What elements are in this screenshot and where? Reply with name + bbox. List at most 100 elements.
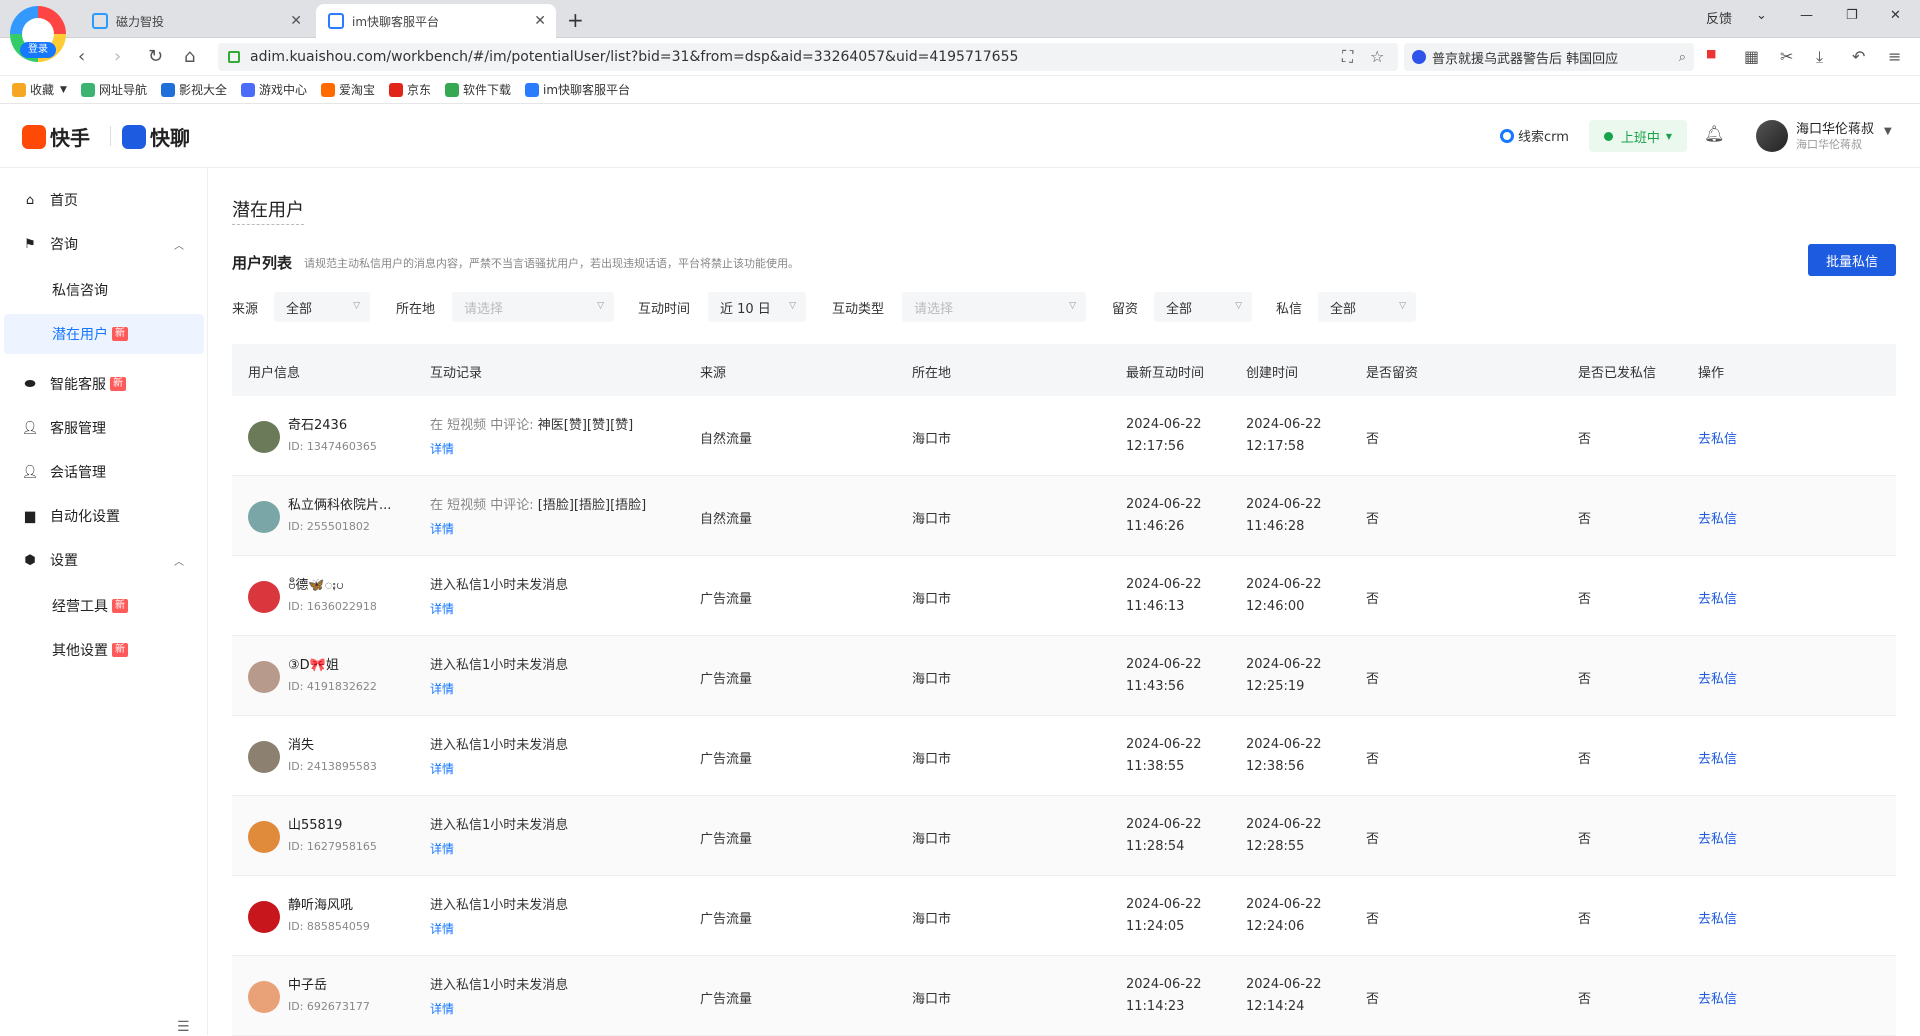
- browser-logo[interactable]: 登录: [10, 6, 66, 62]
- scissors-icon[interactable]: ✂: [1780, 47, 1793, 66]
- sidebar-item-smart-service[interactable]: ⬬ 智能客服 新: [0, 364, 204, 404]
- browser-tab-strip: 磁力智投 ✕ im快聊客服平台 ✕ + 反馈 ⌄ — ❐ ✕: [0, 0, 1920, 38]
- sidebar-item-home[interactable]: ⌂ 首页: [0, 180, 204, 220]
- star-icon[interactable]: ☆: [1370, 47, 1384, 66]
- avatar[interactable]: [248, 661, 280, 693]
- undo-icon[interactable]: ↶: [1852, 47, 1865, 66]
- sidebar-item-session[interactable]: 👤︎ 会话管理: [0, 452, 204, 492]
- tab-im[interactable]: im快聊客服平台 ✕: [316, 4, 556, 38]
- search-icon[interactable]: ⌕: [1679, 50, 1686, 65]
- bookmark-taobao[interactable]: 爱淘宝: [320, 81, 375, 98]
- avatar[interactable]: [248, 741, 280, 773]
- send-dm-link[interactable]: 去私信: [1698, 428, 1737, 447]
- collapse-menu-icon[interactable]: ☰: [177, 1019, 190, 1035]
- send-dm-link[interactable]: 去私信: [1698, 508, 1737, 527]
- detail-link[interactable]: 详情: [430, 760, 454, 777]
- avatar[interactable]: [248, 501, 280, 533]
- forward-icon[interactable]: ›: [114, 46, 121, 67]
- latest-date: 2024-06-22: [1126, 897, 1202, 912]
- tab-cili[interactable]: 磁力智投 ✕: [80, 4, 312, 38]
- sidebar: ⌂ 首页 ⚑ 咨询 ︿ 私信咨询 潜在用户 新 ⬬ 智能客服 新 👤︎ 客服管理 👤︎ 会…: [0, 168, 208, 1035]
- send-dm-link[interactable]: 去私信: [1698, 588, 1737, 607]
- search-input[interactable]: 普京就援乌武器警告后 韩国回应 ⌕: [1404, 43, 1694, 71]
- close-icon[interactable]: ✕: [290, 13, 302, 29]
- sidebar-item-biz-tools[interactable]: 经营工具 新: [0, 586, 204, 626]
- detail-link[interactable]: 详情: [430, 920, 454, 937]
- kuailiao-logo[interactable]: 快聊: [122, 122, 190, 151]
- crm-link[interactable]: 线索crm: [1500, 126, 1569, 145]
- batch-dm-button[interactable]: 批量私信: [1808, 244, 1896, 276]
- back-icon[interactable]: ‹: [78, 46, 85, 67]
- sidebar-item-other-settings[interactable]: 其他设置 新: [0, 630, 204, 670]
- close-icon[interactable]: ✕: [534, 13, 546, 29]
- app-header: 快手 快聊 线索crm 上班中 ▼ 🔔︎ 海口华伦蒋叔 海口华伦蒋叔 ▼: [0, 104, 1920, 168]
- avatar[interactable]: [1756, 120, 1788, 152]
- menu-icon[interactable]: ≡: [1888, 47, 1901, 66]
- page-title: 潜在用户: [232, 196, 304, 225]
- send-dm-link[interactable]: 去私信: [1698, 828, 1737, 847]
- avatar[interactable]: [248, 981, 280, 1013]
- user-name[interactable]: 海口华伦蒋叔: [1796, 118, 1874, 137]
- source-select[interactable]: 全部 ▽: [274, 292, 370, 322]
- caret-down-icon[interactable]: ▼: [1884, 126, 1892, 137]
- new-feature-icon[interactable]: ■: [1706, 47, 1716, 60]
- screenshot-icon[interactable]: ⛶: [1342, 47, 1353, 67]
- sidebar-item-automation[interactable]: ▆ 自动化设置: [0, 496, 204, 536]
- login-badge[interactable]: 登录: [20, 42, 56, 58]
- detail-link[interactable]: 详情: [430, 520, 454, 537]
- created-time-cell: 2024-06-22 12:28:55: [1246, 814, 1322, 858]
- reload-icon[interactable]: ↻: [148, 46, 163, 67]
- location-cell: 海口市: [912, 512, 952, 527]
- sidebar-item-potential-users[interactable]: 潜在用户 新: [4, 314, 204, 354]
- send-dm-link[interactable]: 去私信: [1698, 988, 1737, 1007]
- latest-interaction-cell: 2024-06-22 11:38:55: [1126, 734, 1202, 778]
- table-row: ဗီ德🦋ႏပ ID: 1636022918 进入私信1小时未发消息 详情 广告流量 海口市…: [232, 556, 1896, 636]
- sidebar-item-dm-consult[interactable]: 私信咨询: [0, 270, 204, 310]
- sent-cell: 否: [1578, 592, 1592, 607]
- im-favicon-icon: [328, 13, 344, 29]
- close-window-icon[interactable]: ✕: [1890, 8, 1901, 23]
- detail-link[interactable]: 详情: [430, 680, 454, 697]
- detail-link[interactable]: 详情: [430, 440, 454, 457]
- avatar[interactable]: [248, 581, 280, 613]
- bookmark-software[interactable]: 软件下载: [445, 81, 511, 98]
- sidebar-item-staff[interactable]: 👤︎ 客服管理: [0, 408, 204, 448]
- sidebar-item-settings[interactable]: ⬢ 设置 ︿: [0, 540, 204, 580]
- send-dm-link[interactable]: 去私信: [1698, 748, 1737, 767]
- created-time: 12:17:58: [1246, 439, 1305, 454]
- new-tab-icon[interactable]: +: [567, 8, 584, 32]
- bookmark-favorites[interactable]: 收藏 ▼: [12, 81, 67, 98]
- home-icon[interactable]: ⌂: [184, 46, 195, 67]
- location-select[interactable]: 请选择 ▽: [452, 292, 614, 322]
- send-dm-link[interactable]: 去私信: [1698, 908, 1737, 927]
- avatar[interactable]: [248, 901, 280, 933]
- interaction-type-select[interactable]: 请选择 ▽: [902, 292, 1086, 322]
- bell-icon[interactable]: 🔔︎: [1704, 124, 1724, 143]
- bookmark-jd[interactable]: 京东: [389, 81, 431, 98]
- detail-link[interactable]: 详情: [430, 600, 454, 617]
- retain-select[interactable]: 全部 ▽: [1154, 292, 1252, 322]
- restore-icon[interactable]: ❐: [1846, 8, 1858, 23]
- kuaishou-logo[interactable]: 快手: [22, 122, 90, 151]
- bookmark-im[interactable]: im快聊客服平台: [525, 81, 630, 98]
- send-dm-link[interactable]: 去私信: [1698, 668, 1737, 687]
- detail-link[interactable]: 详情: [430, 840, 454, 857]
- created-date: 2024-06-22: [1246, 897, 1322, 912]
- bookmark-nav[interactable]: 网址导航: [80, 81, 147, 98]
- minimize-icon[interactable]: —: [1800, 8, 1813, 23]
- avatar[interactable]: [248, 421, 280, 453]
- apps-icon[interactable]: ▦: [1744, 47, 1759, 66]
- detail-link[interactable]: 详情: [430, 1000, 454, 1017]
- sidebar-item-consult[interactable]: ⚑ 咨询 ︿: [0, 224, 204, 264]
- url-input[interactable]: adim.kuaishou.com/workbench/#/im/potenti…: [218, 43, 1398, 71]
- download-icon[interactable]: ⤓: [1816, 47, 1823, 67]
- user-name: ③D🎀姐: [288, 658, 339, 673]
- avatar[interactable]: [248, 821, 280, 853]
- dm-select[interactable]: 全部 ▽: [1318, 292, 1416, 322]
- bookmark-games[interactable]: 游戏中心: [240, 81, 307, 98]
- feedback-link[interactable]: 反馈: [1706, 8, 1732, 27]
- time-select[interactable]: 近 10 日 ▽: [708, 292, 806, 322]
- bookmark-video[interactable]: 影视大全: [160, 81, 227, 98]
- chevron-down-icon[interactable]: ⌄: [1756, 8, 1767, 23]
- work-status-dropdown[interactable]: 上班中 ▼: [1589, 120, 1687, 152]
